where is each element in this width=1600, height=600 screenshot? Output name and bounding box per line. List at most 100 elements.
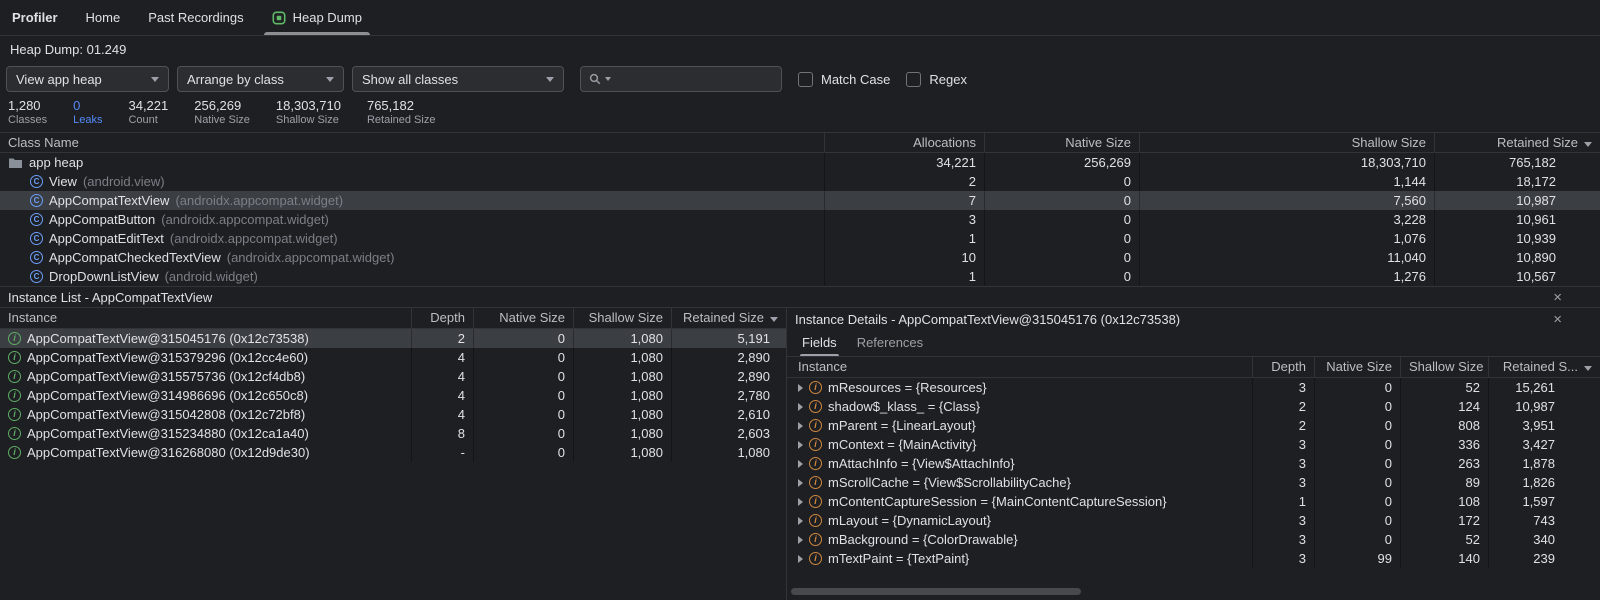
chevron-right-icon[interactable] xyxy=(798,460,803,468)
col-instance[interactable]: Instance xyxy=(787,357,1252,377)
shallow-size-value: 7,560 xyxy=(1139,191,1434,210)
class-package: (android.widget) xyxy=(165,269,258,284)
col-native-size[interactable]: Native Size xyxy=(473,308,573,328)
class-package: (android.view) xyxy=(83,174,165,189)
depth-value: - xyxy=(411,443,473,462)
field-name: mScrollCache = {View$ScrollabilityCache} xyxy=(828,475,1071,490)
stat-classes-value: 1,280 xyxy=(8,97,47,114)
shallow-size-value: 172 xyxy=(1400,511,1488,530)
close-icon[interactable] xyxy=(1553,290,1562,305)
col-native-size[interactable]: Native Size xyxy=(984,133,1139,152)
stat-leaks[interactable]: 0 Leaks xyxy=(73,97,102,127)
col-depth[interactable]: Depth xyxy=(411,308,473,328)
class-name: View xyxy=(49,174,77,189)
top-tab-bar: Profiler Home Past Recordings Heap Dump xyxy=(0,0,1600,36)
shallow-size-value: 1,276 xyxy=(1139,267,1434,286)
table-row-app-heap[interactable]: app heap 34,221 256,269 18,303,710 765,1… xyxy=(0,153,1600,172)
shallow-size-value: 3,228 xyxy=(1139,210,1434,229)
shallow-size-value: 263 xyxy=(1400,454,1488,473)
chevron-right-icon[interactable] xyxy=(798,479,803,487)
chevron-right-icon[interactable] xyxy=(798,384,803,392)
native-size-value: 0 xyxy=(1314,492,1400,511)
col-class-name[interactable]: Class Name xyxy=(0,133,824,152)
list-item[interactable]: AppCompatTextView@315234880 (0x12ca1a40)… xyxy=(0,424,786,443)
chevron-right-icon[interactable] xyxy=(798,422,803,430)
col-shallow-size[interactable]: Shallow Size xyxy=(1139,133,1434,152)
class-icon xyxy=(30,232,43,245)
table-row-dropdownlistview[interactable]: DropDownListView (android.widget) 1 0 1,… xyxy=(0,267,1600,286)
list-item[interactable]: AppCompatTextView@315045176 (0x12c73538)… xyxy=(0,329,786,348)
col-retained-size[interactable]: Retained S... xyxy=(1488,357,1600,377)
checkbox-icon xyxy=(906,72,921,87)
chevron-right-icon[interactable] xyxy=(798,536,803,544)
view-heap-dropdown[interactable]: View app heap xyxy=(6,66,169,92)
tab-heap-dump[interactable]: Heap Dump xyxy=(258,0,376,35)
list-item[interactable]: AppCompatTextView@314986696 (0x12c650c8)… xyxy=(0,386,786,405)
tab-references[interactable]: References xyxy=(857,335,923,356)
table-row-appcompatbutton[interactable]: AppCompatButton (androidx.appcompat.widg… xyxy=(0,210,1600,229)
field-row[interactable]: mContext = {MainActivity} 3 0 336 3,427 xyxy=(787,435,1600,454)
class-table-header: Class Name Allocations Native Size Shall… xyxy=(0,132,1600,153)
chevron-right-icon[interactable] xyxy=(798,555,803,563)
field-row[interactable]: mParent = {LinearLayout} 2 0 808 3,951 xyxy=(787,416,1600,435)
field-row[interactable]: mScrollCache = {View$ScrollabilityCache}… xyxy=(787,473,1600,492)
regex-checkbox[interactable]: Regex xyxy=(906,72,967,87)
stat-native-size-label: Native Size xyxy=(194,114,250,127)
tab-past-recordings[interactable]: Past Recordings xyxy=(134,0,257,35)
col-instance[interactable]: Instance xyxy=(0,308,411,328)
field-row[interactable]: mLayout = {DynamicLayout} 3 0 172 743 xyxy=(787,511,1600,530)
table-row-appcompattextview[interactable]: AppCompatTextView (androidx.appcompat.wi… xyxy=(0,191,1600,210)
field-row[interactable]: mTextPaint = {TextPaint} 3 99 140 239 xyxy=(787,549,1600,568)
retained-size-value: 765,182 xyxy=(1434,153,1600,172)
table-row-view[interactable]: View (android.view) 2 0 1,144 18,172 xyxy=(0,172,1600,191)
horizontal-scrollbar[interactable] xyxy=(791,588,1081,595)
shallow-size-value: 52 xyxy=(1400,378,1488,397)
retained-size-value: 1,597 xyxy=(1488,492,1600,511)
col-shallow-size[interactable]: Shallow Size xyxy=(573,308,671,328)
instance-list-panel: Instance Depth Native Size Shallow Size … xyxy=(0,308,787,600)
arrange-dropdown[interactable]: Arrange by class xyxy=(177,66,344,92)
shallow-size-value: 52 xyxy=(1400,530,1488,549)
chevron-right-icon[interactable] xyxy=(798,517,803,525)
col-shallow-size[interactable]: Shallow Size xyxy=(1400,357,1488,377)
field-icon xyxy=(809,533,822,546)
chevron-down-icon xyxy=(151,77,159,82)
col-depth[interactable]: Depth xyxy=(1252,357,1314,377)
field-row[interactable]: mBackground = {ColorDrawable} 3 0 52 340 xyxy=(787,530,1600,549)
native-size-value: 99 xyxy=(1314,549,1400,568)
instance-details-titlebar: Instance Details - AppCompatTextView@315… xyxy=(787,308,1600,330)
class-filter-dropdown[interactable]: Show all classes xyxy=(352,66,564,92)
field-row[interactable]: mAttachInfo = {View$AttachInfo} 3 0 263 … xyxy=(787,454,1600,473)
depth-value: 3 xyxy=(1252,511,1314,530)
field-row[interactable]: shadow$_klass_ = {Class} 2 0 124 10,987 xyxy=(787,397,1600,416)
retained-size-value: 18,172 xyxy=(1434,172,1600,191)
list-item[interactable]: AppCompatTextView@315575736 (0x12cf4db8)… xyxy=(0,367,786,386)
chevron-right-icon[interactable] xyxy=(798,403,803,411)
col-retained-size[interactable]: Retained Size xyxy=(1434,133,1600,152)
col-allocations[interactable]: Allocations xyxy=(824,133,984,152)
tab-fields[interactable]: Fields xyxy=(802,335,837,356)
tab-past-recordings-label: Past Recordings xyxy=(148,10,243,25)
field-row[interactable]: mContentCaptureSession = {MainContentCap… xyxy=(787,492,1600,511)
instance-icon xyxy=(8,370,21,383)
close-icon[interactable] xyxy=(1553,312,1562,327)
shallow-size-value: 1,080 xyxy=(573,443,671,462)
list-item[interactable]: AppCompatTextView@315379296 (0x12cc4e60)… xyxy=(0,348,786,367)
chevron-right-icon[interactable] xyxy=(798,498,803,506)
col-native-size[interactable]: Native Size xyxy=(1314,357,1400,377)
table-row-appcompatcheckedtextview[interactable]: AppCompatCheckedTextView (androidx.appco… xyxy=(0,248,1600,267)
col-retained-size[interactable]: Retained Size xyxy=(671,308,786,328)
search-input[interactable] xyxy=(580,66,782,92)
table-row-appcompatedittext[interactable]: AppCompatEditText (androidx.appcompat.wi… xyxy=(0,229,1600,248)
tab-home[interactable]: Home xyxy=(72,0,135,35)
chevron-right-icon[interactable] xyxy=(798,441,803,449)
native-size-value: 0 xyxy=(1314,378,1400,397)
field-row[interactable]: mResources = {Resources} 3 0 52 15,261 xyxy=(787,378,1600,397)
native-size-value: 0 xyxy=(1314,511,1400,530)
match-case-checkbox[interactable]: Match Case xyxy=(798,72,890,87)
list-item[interactable]: AppCompatTextView@315042808 (0x12c72bf8)… xyxy=(0,405,786,424)
list-item[interactable]: AppCompatTextView@316268080 (0x12d9de30)… xyxy=(0,443,786,462)
retained-size-value: 10,939 xyxy=(1434,229,1600,248)
retained-size-value: 2,890 xyxy=(671,367,786,386)
shallow-size-value: 1,080 xyxy=(573,386,671,405)
